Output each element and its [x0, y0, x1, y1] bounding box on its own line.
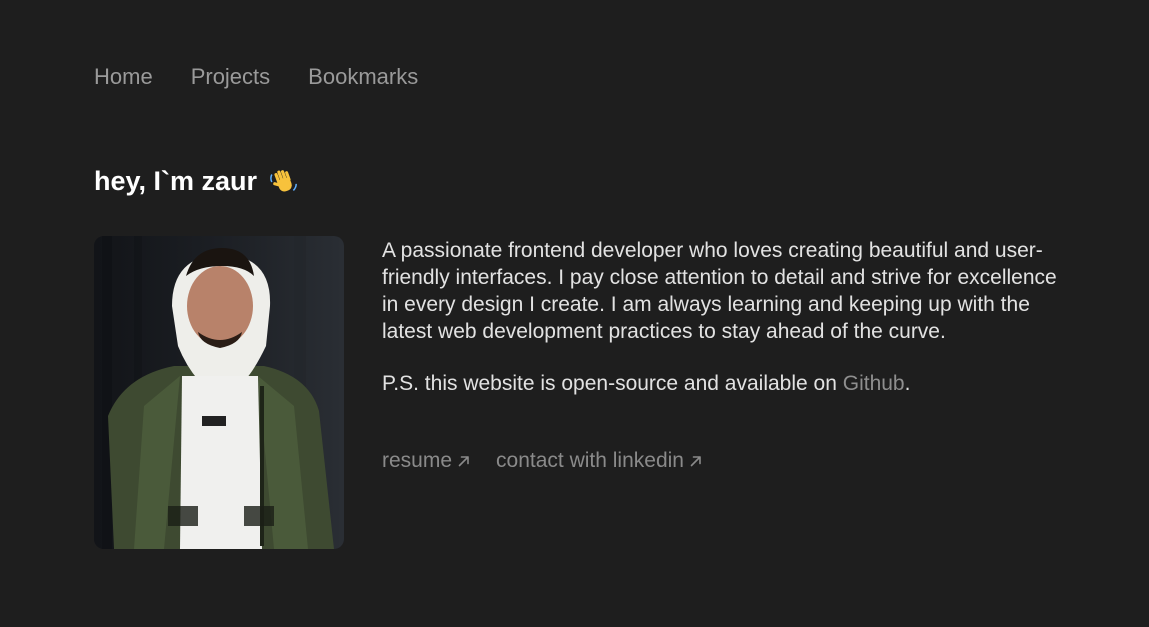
waving-hand-icon — [270, 169, 297, 191]
external-links: resume contact with linkedin — [382, 449, 704, 473]
page: Home Projects Bookmarks hey, I`m zaur A … — [0, 0, 1149, 627]
arrow-up-right-icon — [690, 456, 701, 467]
bio-ps-prefix: P.S. this website is open-source and ava… — [382, 372, 843, 395]
bio-ps: P.S. this website is open-source and ava… — [382, 370, 1062, 397]
bio-ps-suffix: . — [904, 372, 911, 395]
page-title: hey, I`m zaur — [94, 166, 299, 197]
arrow-up-right-icon — [458, 456, 469, 467]
profile-photo-illustration — [94, 236, 344, 549]
linkedin-link[interactable]: contact with linkedin — [496, 449, 704, 473]
linkedin-link-label: contact with linkedin — [496, 449, 684, 472]
nav-home[interactable]: Home — [94, 64, 153, 90]
github-link[interactable]: Github — [843, 372, 905, 395]
bio-paragraph: A passionate frontend developer who love… — [382, 239, 1057, 343]
nav-projects[interactable]: Projects — [191, 64, 270, 90]
bio: A passionate frontend developer who love… — [382, 237, 1062, 422]
top-nav: Home Projects Bookmarks — [94, 64, 418, 90]
profile-photo — [94, 236, 344, 549]
greeting-text: hey, I`m zaur — [94, 166, 258, 196]
resume-link-label: resume — [382, 449, 453, 472]
nav-bookmarks[interactable]: Bookmarks — [308, 64, 418, 90]
resume-link[interactable]: resume — [382, 449, 472, 473]
